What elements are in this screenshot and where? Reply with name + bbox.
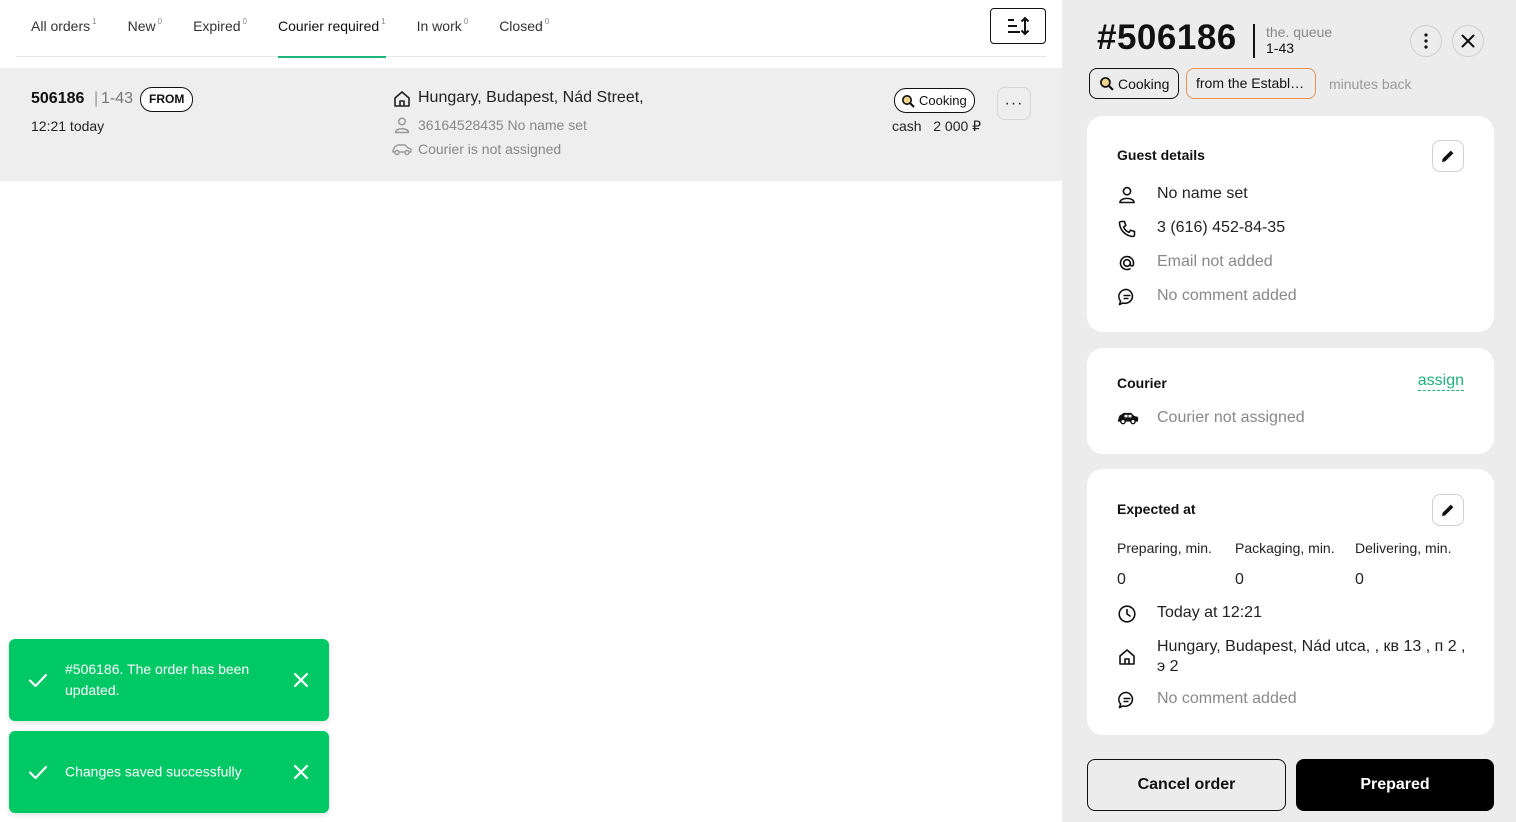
order-phone: 36164528435 No name set — [418, 117, 587, 133]
tab-new[interactable]: New 0 — [128, 0, 162, 57]
tab-count: 0 — [544, 17, 550, 26]
guest-phone: 3 (616) 452-84-35 — [1157, 219, 1286, 236]
tab-closed[interactable]: Closed 0 — [499, 0, 549, 57]
detail-menu-button[interactable] — [1410, 25, 1442, 57]
expected-time: Today at 12:21 — [1157, 604, 1262, 621]
guest-name: No name set — [1157, 185, 1248, 202]
tab-expired[interactable]: Expired 0 — [193, 0, 247, 57]
toast-changes-saved: Changes saved successfully — [9, 731, 329, 813]
order-type-badge: FROM — [140, 87, 194, 112]
card-title: Courier — [1117, 375, 1167, 391]
tab-all-orders[interactable]: All orders 1 — [31, 0, 97, 57]
order-row[interactable]: 506186 | 1-43 FROM 12:21 today Hungary, … — [0, 68, 1062, 181]
tab-label: Expired — [193, 18, 241, 34]
order-tabs: All orders 1 New 0 Expired 0 Courier requir… — [16, 0, 1046, 58]
sort-button[interactable] — [990, 8, 1046, 44]
queue-label: the. queue — [1266, 24, 1333, 40]
order-address: Hungary, Budapest, Nád Street, — [418, 89, 644, 106]
person-icon — [1119, 186, 1135, 204]
home-icon — [1119, 649, 1135, 665]
kebab-menu-icon — [1424, 33, 1428, 49]
tab-count: 1 — [381, 17, 386, 26]
edit-guest-button[interactable] — [1432, 140, 1464, 172]
comment-icon — [1118, 691, 1134, 709]
app-root: All orders 1 New 0 Expired 0 Courier requir… — [0, 0, 1516, 822]
sort-icon — [1008, 16, 1030, 36]
card-title: Expected at — [1117, 501, 1196, 517]
order-time: 12:21 today — [31, 118, 105, 134]
phone-icon — [1118, 220, 1136, 238]
guest-details-card: Guest details No name set 3 (616) 452-84… — [1087, 116, 1494, 332]
guest-comment: No comment added — [1157, 287, 1297, 304]
order-detail-pane: #506186 the. queue 1-43 Cooking from the… — [1062, 0, 1516, 822]
tab-count: 0 — [463, 17, 469, 26]
more-dots-icon: ··· — [1004, 94, 1024, 112]
pencil-icon — [1442, 150, 1454, 162]
magnifier-icon — [902, 94, 915, 108]
delivering-value: 0 — [1355, 571, 1364, 588]
car-icon — [392, 144, 412, 156]
close-icon — [1461, 34, 1475, 48]
toast-order-updated: #506186. The order has been updated. — [9, 639, 329, 721]
tab-count: 0 — [157, 17, 163, 26]
order-separator: | — [94, 90, 99, 107]
order-more-button[interactable]: ··· — [997, 87, 1031, 120]
clock-icon — [1118, 605, 1136, 623]
order-status-label: Cooking — [919, 92, 967, 108]
tab-label: All orders — [31, 18, 91, 34]
comment-icon — [1118, 288, 1134, 306]
tab-label: New — [127, 18, 156, 34]
expected-at-card: Expected at Preparing, min. Packaging, m… — [1087, 469, 1494, 735]
preparing-label: Preparing, min. — [1117, 540, 1212, 556]
expected-address: Hungary, Budapest, Nád utca, , кв 13 , п… — [1157, 638, 1466, 675]
tab-label: Courier required — [277, 18, 380, 34]
toast-message: Changes saved successfully — [65, 763, 242, 780]
orders-pane: All orders 1 New 0 Expired 0 Courier requir… — [0, 0, 1062, 822]
car-icon — [1117, 412, 1139, 425]
guest-email: Email not added — [1157, 253, 1273, 270]
edit-expected-button[interactable] — [1432, 494, 1464, 526]
person-icon — [394, 117, 410, 134]
at-sign-icon — [1119, 255, 1135, 271]
check-icon — [28, 765, 48, 780]
order-courier-status: Courier is not assigned — [418, 141, 562, 157]
packaging-value: 0 — [1235, 571, 1244, 588]
packaging-label: Packaging, min. — [1235, 540, 1335, 556]
detail-status-label: Cooking — [1118, 75, 1170, 92]
preparing-value: 0 — [1117, 571, 1126, 588]
order-number: 506186 — [31, 90, 85, 107]
tab-count: 1 — [92, 17, 97, 26]
toast-message: #506186. The order has been updated. — [65, 661, 250, 698]
check-icon — [28, 673, 48, 688]
magnifier-icon — [1100, 77, 1114, 91]
courier-status: Courier not assigned — [1157, 409, 1305, 426]
tab-in-work[interactable]: In work 0 — [417, 0, 469, 57]
pencil-icon — [1442, 504, 1454, 516]
header-divider — [1253, 24, 1255, 58]
order-status-badge: Cooking — [894, 88, 975, 113]
prepared-button[interactable]: Prepared — [1296, 759, 1494, 811]
tab-courier-required[interactable]: Courier required 1 — [277, 0, 386, 58]
tab-label: In work — [416, 18, 462, 34]
detail-order-number: #506186 — [1097, 18, 1237, 57]
assign-courier-link[interactable]: assign — [1417, 372, 1464, 391]
close-icon[interactable] — [293, 672, 309, 688]
tab-label: Closed — [499, 18, 543, 34]
detail-status-chip[interactable]: Cooking — [1089, 68, 1180, 99]
expected-comment: No comment added — [1157, 690, 1297, 707]
tab-count: 0 — [242, 17, 247, 26]
home-icon — [394, 91, 410, 107]
cancel-order-button[interactable]: Cancel order — [1087, 759, 1286, 811]
order-source-chip[interactable]: from the Establishment — [1186, 68, 1316, 99]
order-queue: 1-43 — [101, 90, 134, 107]
order-payment: cash 2 000 ₽ — [892, 118, 982, 134]
queue-value: 1-43 — [1266, 40, 1295, 56]
detail-close-button[interactable] — [1452, 25, 1484, 57]
delivering-label: Delivering, min. — [1355, 540, 1452, 556]
minutes-back-label: minutes back — [1329, 76, 1412, 92]
courier-card: Courier assign Courier not assigned — [1087, 348, 1494, 454]
card-title: Guest details — [1117, 147, 1205, 163]
close-icon[interactable] — [293, 764, 309, 780]
